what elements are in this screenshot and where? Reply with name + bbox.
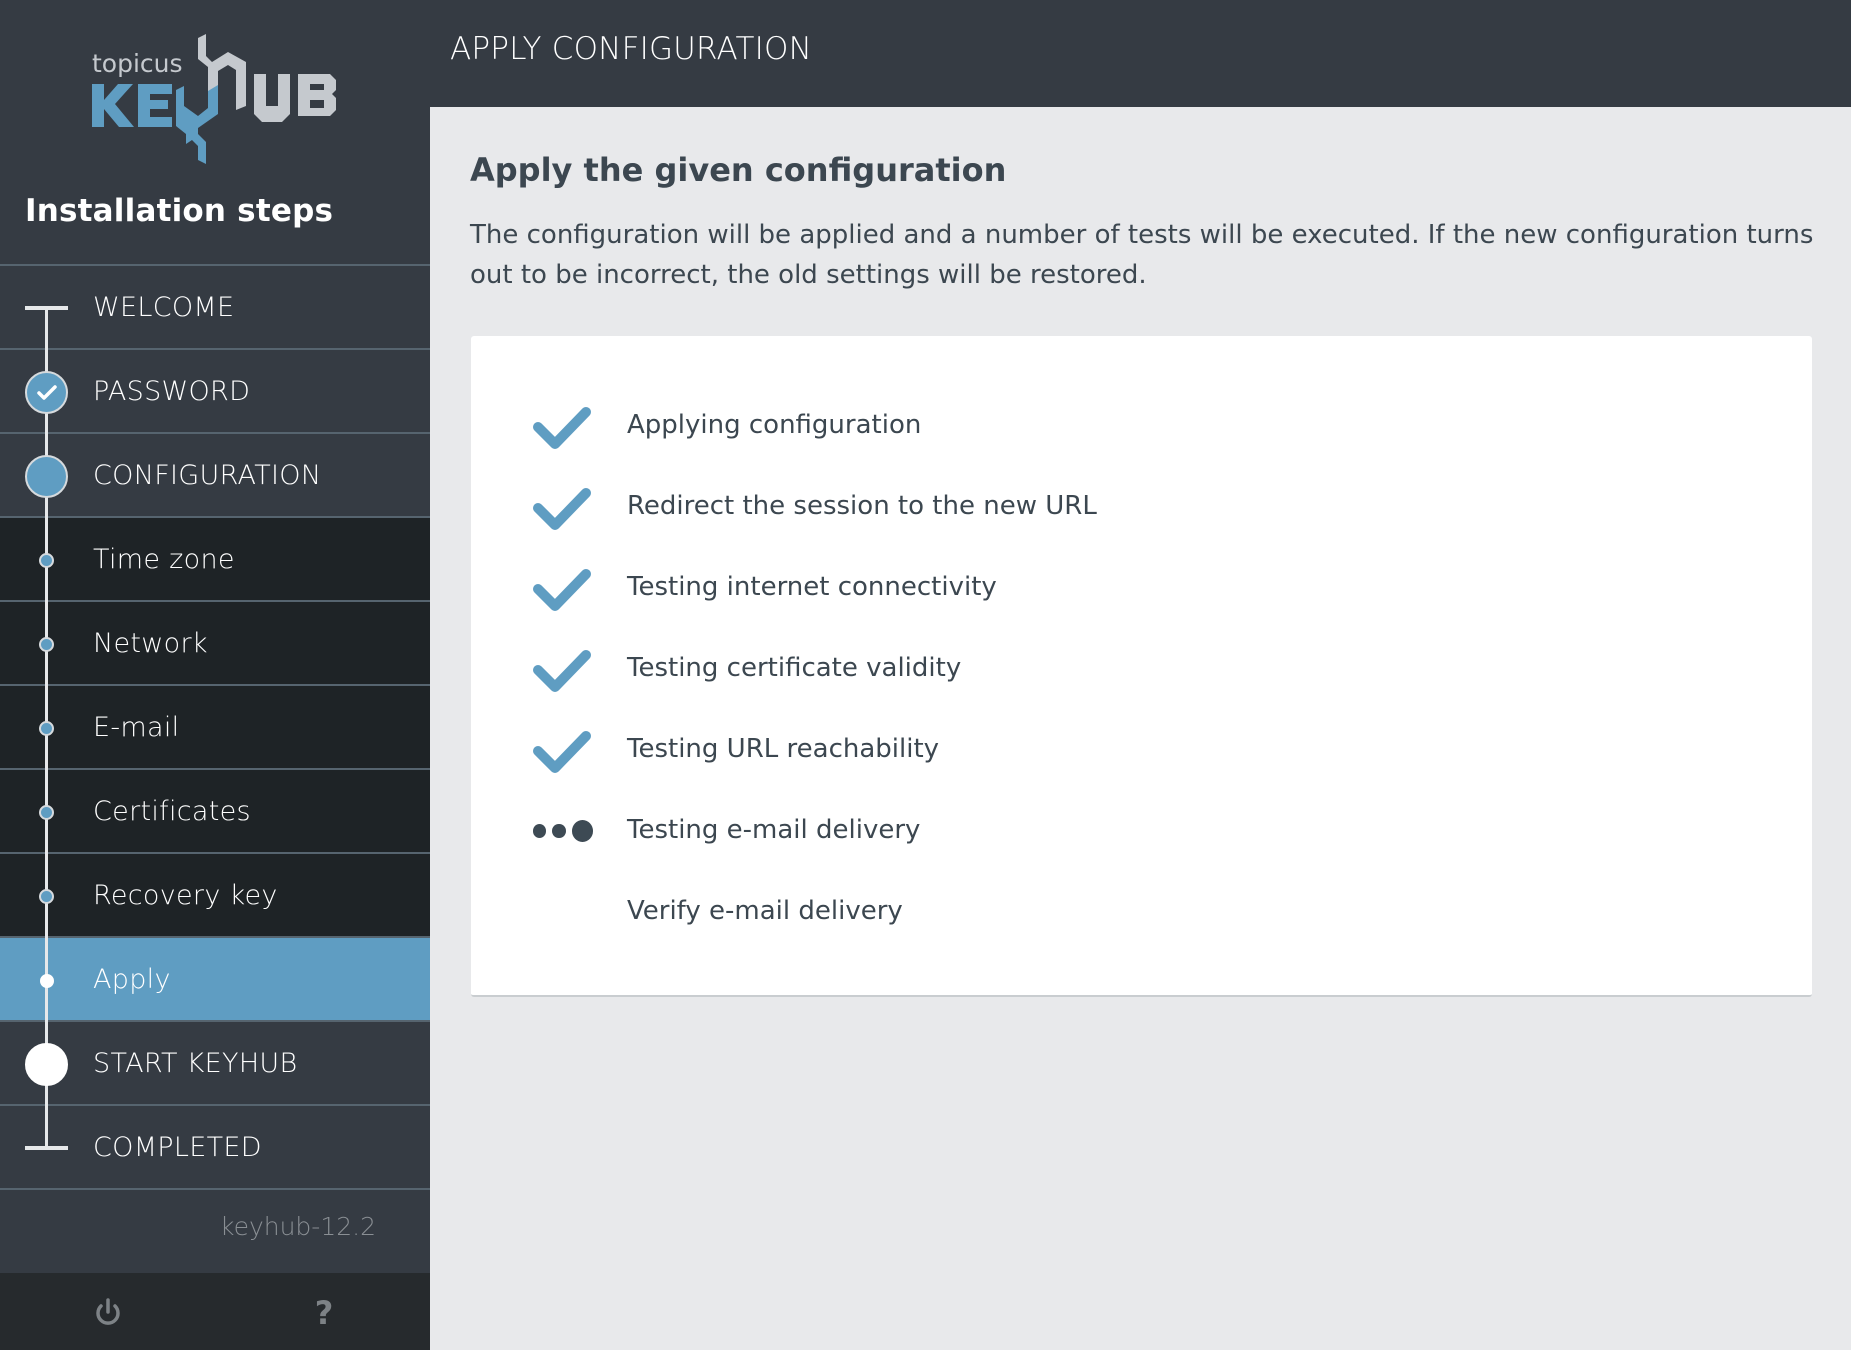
task-label: Redirect the session to the new URL: [627, 490, 1097, 521]
logo-letter-e: [138, 84, 172, 127]
task-item: Testing URL reachability: [471, 708, 1812, 789]
substep-apply[interactable]: Apply: [0, 936, 430, 1020]
logo-letter-y: [176, 84, 218, 164]
task-list: Applying configuration Redirect the sess…: [471, 384, 1812, 951]
substep-dot-icon: [39, 721, 54, 736]
substep-recovery-key[interactable]: Recovery key: [0, 852, 430, 936]
check-icon: [531, 566, 593, 611]
power-icon: [96, 1298, 120, 1325]
check-icon: [531, 647, 593, 692]
step-label: CONFIGURATION: [93, 459, 322, 491]
task-label: Verify e-mail delivery: [627, 895, 903, 926]
main-content: Apply the given configuration The config…: [430, 107, 1851, 1350]
page-heading: Apply the given configuration: [470, 151, 1007, 189]
substep-dot-icon: [39, 889, 54, 904]
step-password[interactable]: PASSWORD: [0, 348, 430, 432]
step-connector: [45, 1104, 48, 1148]
page-description: The configuration will be applied and a …: [470, 220, 1814, 290]
task-item: Redirect the session to the new URL: [471, 465, 1812, 546]
loading-dots-icon: [531, 809, 593, 853]
check-icon: [531, 485, 593, 530]
logo-letter-u: [254, 74, 290, 122]
step-label: START KEYHUB: [93, 1047, 298, 1079]
logo-letter-h: [198, 34, 246, 110]
installation-steps: WELCOME PASSWORD CONFIGURATION Time zone…: [0, 264, 430, 1188]
help-icon: ?: [314, 1294, 334, 1332]
logo-letter-k: [92, 84, 134, 127]
current-step-circle-icon: [25, 455, 68, 498]
substep-time-zone[interactable]: Time zone: [0, 516, 430, 600]
loading-dot: [552, 824, 566, 838]
task-label: Testing URL reachability: [627, 733, 940, 764]
version-info: keyhub-12.2: [0, 1188, 430, 1273]
substep-network[interactable]: Network: [0, 600, 430, 684]
help-button[interactable]: ?: [302, 1291, 346, 1335]
keyhub-logo: topicus: [90, 34, 346, 164]
task-label: Testing certificate validity: [627, 652, 962, 683]
loading-dot: [533, 824, 547, 838]
step-label: Recovery key: [93, 879, 278, 911]
step-label: WELCOME: [93, 291, 235, 323]
step-label: PASSWORD: [93, 375, 251, 407]
power-button[interactable]: [86, 1291, 130, 1335]
task-item: Applying configuration: [471, 384, 1812, 465]
task-item: Testing internet connectivity: [471, 546, 1812, 627]
step-completed[interactable]: COMPLETED: [0, 1104, 430, 1188]
header-title: APPLY CONFIGURATION: [450, 31, 813, 67]
step-label: Network: [93, 627, 208, 659]
sidebar-title: Installation steps: [25, 193, 334, 229]
substep-dot-icon: [39, 805, 54, 820]
task-progress-card: Applying configuration Redirect the sess…: [471, 336, 1812, 997]
task-item: Testing certificate validity: [471, 627, 1812, 708]
substep-certificates[interactable]: Certificates: [0, 768, 430, 852]
top-header: APPLY CONFIGURATION: [430, 0, 1851, 107]
substep-e-mail[interactable]: E-mail: [0, 684, 430, 768]
substep-dot-icon: [39, 637, 54, 652]
step-label: COMPLETED: [93, 1131, 262, 1163]
substep-dot-icon: [40, 974, 54, 988]
task-label: Testing internet connectivity: [627, 571, 997, 602]
sidebar-footer: ?: [0, 1273, 430, 1350]
logo-letter-b: [298, 74, 336, 116]
step-label: Certificates: [93, 795, 251, 827]
task-label: Testing e-mail delivery: [627, 814, 921, 845]
end-bar-icon: [25, 1146, 68, 1150]
step-label: Time zone: [93, 543, 235, 575]
task-item: Testing e-mail delivery: [471, 789, 1812, 870]
task-label: Applying configuration: [627, 409, 922, 440]
check-icon: [531, 728, 593, 773]
keyhub-logo-graphic: topicus: [92, 34, 336, 164]
step-configuration[interactable]: CONFIGURATION: [0, 432, 430, 516]
task-item: Verify e-mail delivery: [471, 870, 1812, 951]
loading-dot: [571, 820, 593, 842]
check-icon: [531, 404, 593, 449]
step-connector: [45, 307, 48, 348]
step-welcome[interactable]: WELCOME: [0, 264, 430, 348]
logo-topicus-text: topicus: [92, 49, 183, 78]
sidebar: topicus Installation steps WELCOME PASSW…: [0, 0, 430, 1350]
check-circle-icon: [25, 371, 68, 414]
step-start-keyhub[interactable]: START KEYHUB: [0, 1020, 430, 1104]
step-label: E-mail: [93, 711, 180, 743]
version-label: keyhub-12.2: [219, 1212, 376, 1241]
pending-step-circle-icon: [25, 1043, 68, 1086]
substep-dot-icon: [39, 553, 54, 568]
step-label: Apply: [93, 963, 171, 995]
